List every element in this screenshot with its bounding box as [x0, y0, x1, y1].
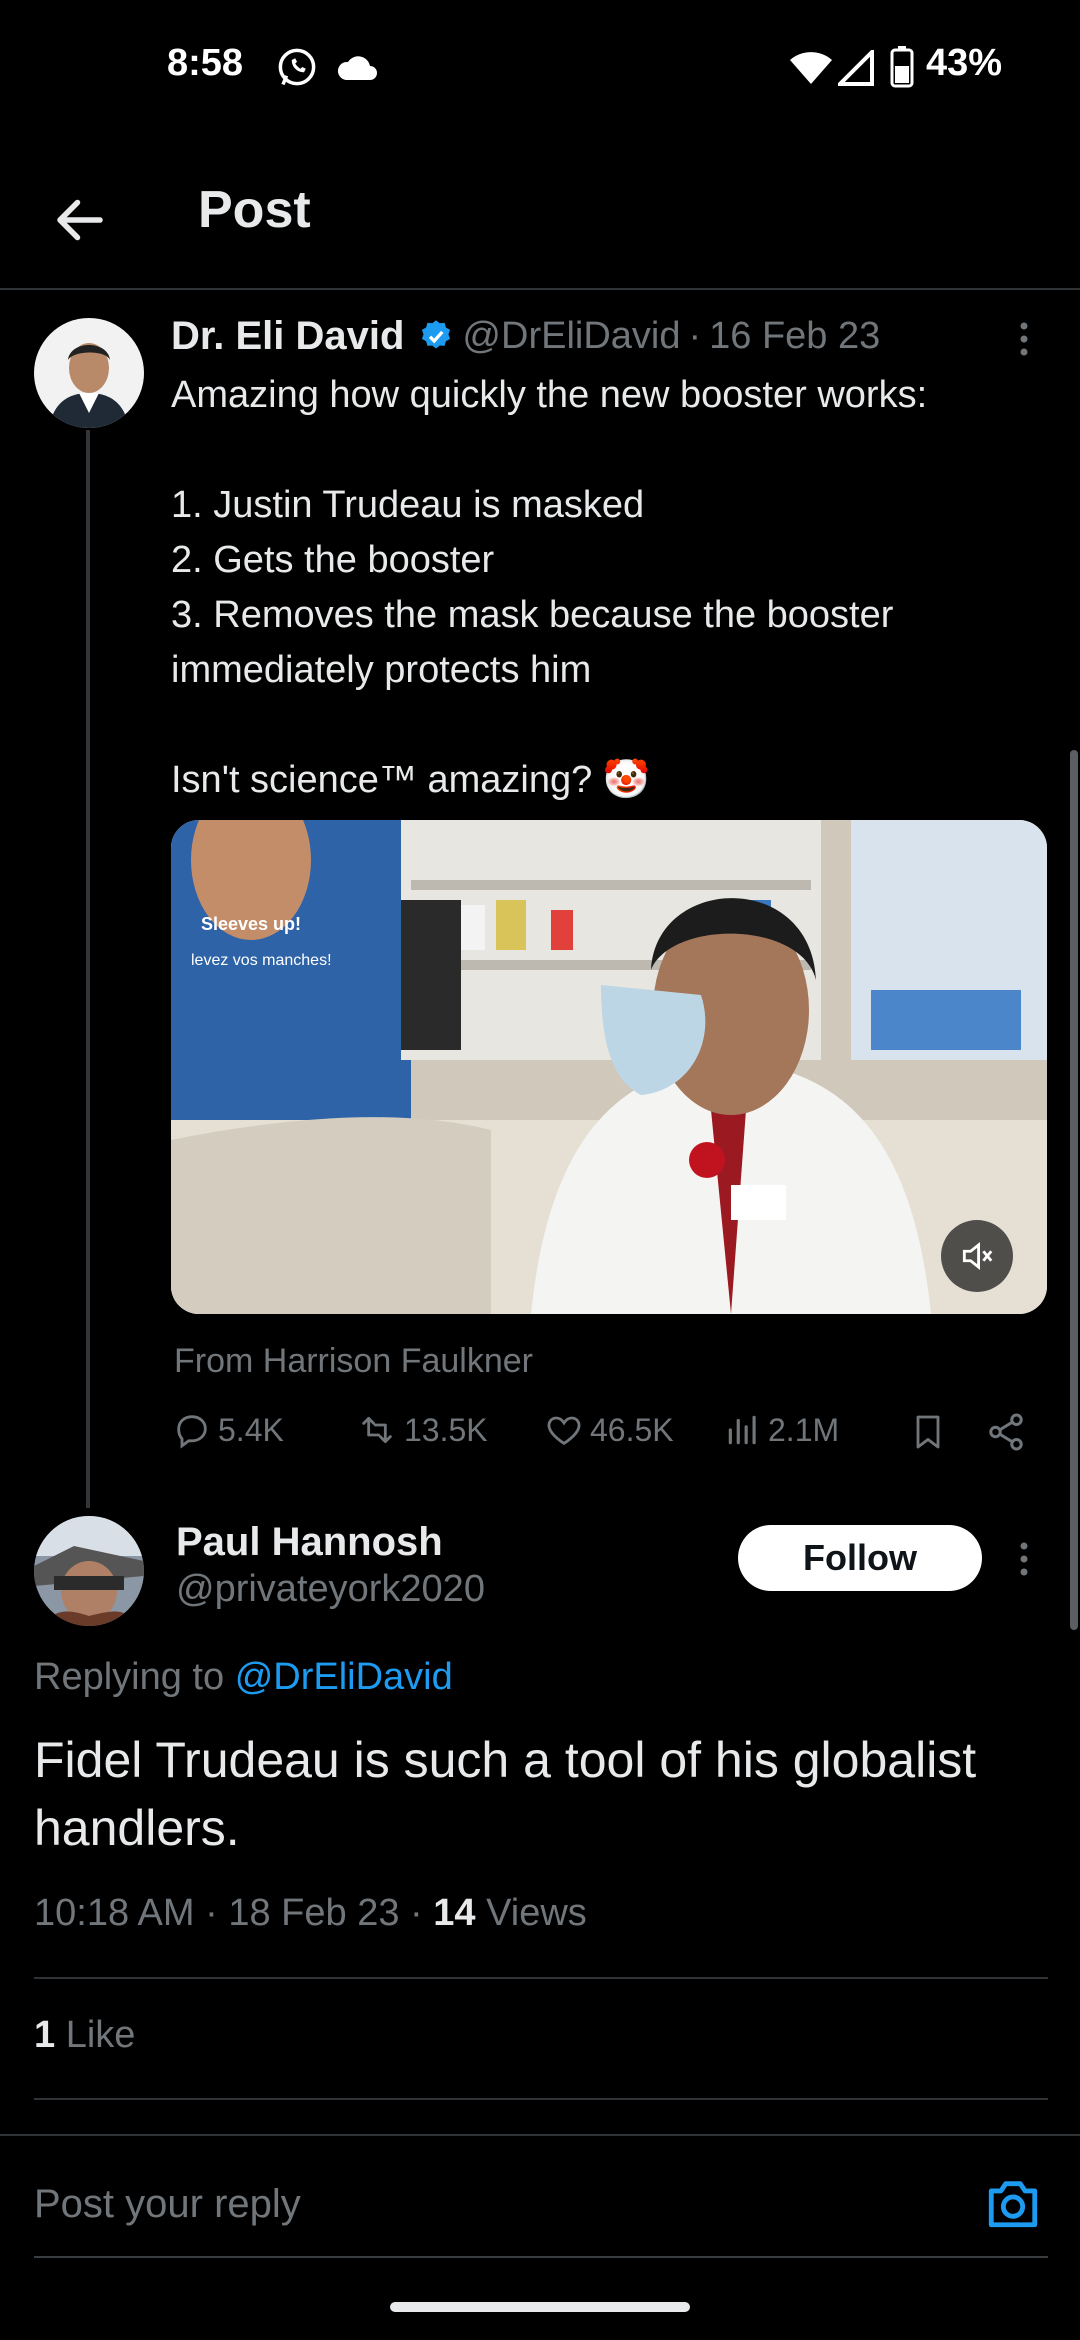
back-arrow-icon[interactable] [50, 190, 110, 250]
repost-count: 13.5K [404, 1411, 488, 1448]
reply-views-count: 14 [433, 1892, 476, 1934]
separator: · [688, 314, 702, 357]
reply-likes-count: 1 [34, 2014, 56, 2056]
post-text: Amazing how quickly the new booster work… [171, 374, 928, 801]
more-options-icon[interactable] [1010, 318, 1038, 365]
poster-text-1: Sleeves up! [201, 914, 301, 934]
reply-more-options-icon[interactable] [1010, 1538, 1038, 1585]
reply-likes[interactable]: 1 Like [34, 2014, 135, 2057]
repost-action[interactable]: 13.5K [356, 1410, 488, 1450]
poster-text-2: levez vos manches! [191, 952, 332, 969]
reply-likes-label: Like [65, 2014, 136, 2056]
follow-button[interactable]: Follow [738, 1525, 982, 1591]
reply-time: 10:18 AM [34, 1892, 195, 1934]
battery-icon [890, 46, 914, 93]
camera-icon[interactable] [984, 2176, 1042, 2235]
composer-bottom-line [34, 2256, 1048, 2258]
like-count: 46.5K [590, 1411, 674, 1448]
reply-input[interactable]: Post your reply [34, 2182, 934, 2227]
bookmark-icon[interactable] [908, 1410, 948, 1459]
reply-views-label[interactable]: Views [486, 1892, 587, 1934]
author-name[interactable]: Dr. Eli David [171, 314, 404, 359]
meta-separator-2: · [410, 1892, 423, 1934]
replying-to: Replying to @DrEliDavid [34, 1656, 453, 1699]
replying-to-label: Replying to [34, 1656, 225, 1698]
post-date: 16 Feb 23 [709, 314, 881, 357]
replying-to-handle[interactable]: @DrEliDavid [235, 1656, 453, 1698]
composer-divider [0, 2134, 1080, 2136]
reply-author-name[interactable]: Paul Hannosh [176, 1520, 443, 1565]
wifi-icon [790, 52, 832, 89]
reply-date: 18 Feb 23 [228, 1892, 400, 1934]
home-indicator[interactable] [390, 2302, 690, 2312]
avatar[interactable] [34, 318, 144, 428]
reply-icon [172, 1410, 212, 1450]
views-chart-icon [724, 1410, 762, 1450]
verified-badge-icon [418, 318, 454, 354]
reply-meta: 10:18 AM · 18 Feb 23 · 14 Views [34, 1892, 587, 1935]
status-time: 8:58 [167, 42, 244, 84]
page-title: Post [198, 181, 311, 239]
share-icon[interactable] [985, 1410, 1027, 1459]
reply-text: Fidel Trudeau is such a tool of his glob… [34, 1732, 977, 1856]
like-action[interactable]: 46.5K [544, 1410, 674, 1450]
reply-avatar[interactable] [34, 1516, 144, 1626]
scrollbar[interactable] [1070, 750, 1078, 1630]
meta-separator-1: · [205, 1892, 218, 1934]
reply-count: 5.4K [218, 1411, 284, 1448]
author-handle: @DrEliDavid [462, 314, 681, 357]
thread-connector-line [86, 430, 90, 1508]
status-bar: 8:58 43% [0, 0, 1080, 140]
reply-author-handle: @privateyork2020 [176, 1568, 485, 1610]
cloud-icon [336, 52, 380, 87]
top-bar: Post [0, 140, 1080, 290]
media-attribution[interactable]: From Harrison Faulkner [174, 1342, 533, 1381]
post-header: Dr. Eli David @DrEliDavid · 16 Feb 23 [171, 308, 880, 364]
heart-icon [544, 1410, 584, 1450]
divider [34, 1977, 1048, 1979]
views-count: 2.1M [768, 1411, 840, 1448]
battery-percent: 43% [926, 42, 1003, 84]
repost-icon [356, 1410, 398, 1450]
divider [34, 2098, 1048, 2100]
reply-action[interactable]: 5.4K [172, 1410, 284, 1450]
mute-icon[interactable] [941, 1220, 1013, 1292]
views-action[interactable]: 2.1M [724, 1410, 839, 1450]
post-video[interactable]: Sleeves up! levez vos manches! [171, 820, 1047, 1314]
whatsapp-icon [276, 46, 318, 93]
signal-icon [835, 47, 874, 91]
